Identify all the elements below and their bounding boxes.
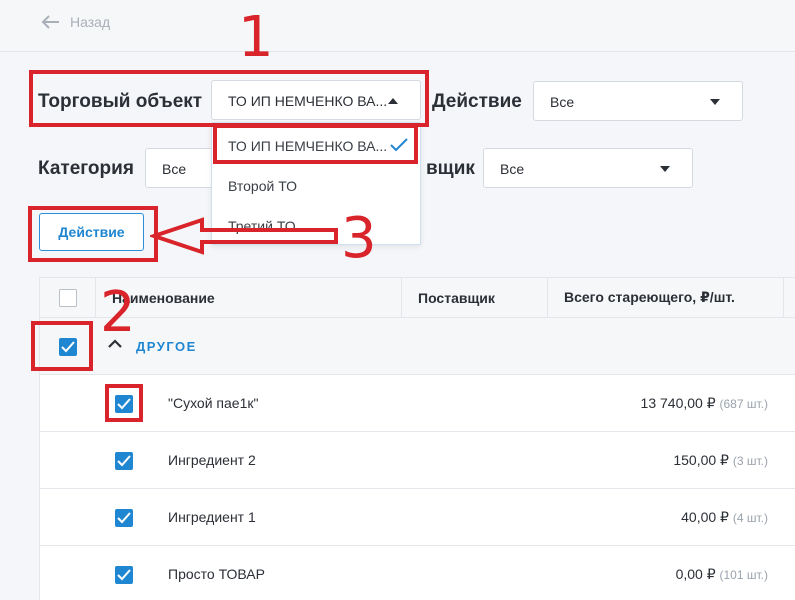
check-icon xyxy=(61,341,75,353)
row-checkbox[interactable] xyxy=(115,566,133,584)
select-all-checkbox[interactable] xyxy=(58,288,77,307)
table-header: Наименование Поставщик Всего стареющего,… xyxy=(40,277,795,318)
check-icon xyxy=(117,455,131,467)
check-icon xyxy=(117,512,131,524)
row-name: Ингредиент 1 xyxy=(168,509,256,525)
back-label: Назад xyxy=(70,14,111,30)
supplier-value: Все xyxy=(500,161,525,177)
annotation-arrow-left-icon xyxy=(150,217,338,255)
check-icon xyxy=(117,398,131,410)
row-name: "Сухой пае1к" xyxy=(168,395,259,411)
table-row[interactable]: Ингредиент 2 150,00 ₽ (3 шт.) xyxy=(40,432,795,489)
supplier-label: вщик xyxy=(426,158,475,179)
annotation-number-2: 2 xyxy=(100,280,136,345)
annotation-number-3: 3 xyxy=(341,206,377,271)
row-checkbox[interactable] xyxy=(115,395,133,413)
column-name[interactable]: Наименование xyxy=(96,278,402,317)
table-row[interactable]: Ингредиент 1 40,00 ₽ (4 шт.) xyxy=(40,489,795,546)
row-checkbox[interactable] xyxy=(115,509,133,527)
header-checkbox-cell xyxy=(40,278,96,317)
group-title: ДРУГОЕ xyxy=(136,339,197,354)
table-row[interactable]: Просто ТОВАР 0,00 ₽ (101 шт.) xyxy=(40,546,795,600)
action-filter-select[interactable]: Все xyxy=(533,81,743,121)
row-checkbox[interactable] xyxy=(115,452,133,470)
action-filter-label: Действие xyxy=(432,91,522,112)
caret-down-icon xyxy=(660,166,670,172)
back-link[interactable]: Назад xyxy=(40,14,110,30)
products-table: Наименование Поставщик Всего стареющего,… xyxy=(39,277,795,600)
row-amount: 150,00 ₽ (3 шт.) xyxy=(673,452,768,468)
caret-up-icon xyxy=(388,98,398,104)
column-supplier[interactable]: Поставщик xyxy=(402,278,548,317)
row-amount: 0,00 ₽ (101 шт.) xyxy=(675,566,768,582)
trade-object-value: ТО ИП НЕМЧЕНКО ВА... xyxy=(228,93,388,109)
row-name: Ингредиент 2 xyxy=(168,452,256,468)
check-icon xyxy=(390,138,408,152)
top-bar: Назад xyxy=(0,0,795,52)
annotation-number-1: 1 xyxy=(238,5,274,70)
dropdown-option-selected[interactable]: ТО ИП НЕМЧЕНКО ВА... xyxy=(212,125,420,165)
row-name: Просто ТОВАР xyxy=(168,566,265,582)
column-aging-total[interactable]: Всего стареющего, ₽/шт. xyxy=(548,278,784,317)
trade-object-label: Торговый объект xyxy=(38,91,203,112)
table-row[interactable]: "Сухой пае1к" 13 740,00 ₽ (687 шт.) xyxy=(40,375,795,432)
trade-object-select[interactable]: ТО ИП НЕМЧЕНКО ВА... xyxy=(211,80,421,120)
check-icon xyxy=(117,569,131,581)
category-label: Категория xyxy=(38,158,134,179)
category-value: Все xyxy=(162,161,187,177)
caret-down-icon xyxy=(710,99,720,105)
supplier-select[interactable]: Все xyxy=(483,148,693,188)
action-filter-value: Все xyxy=(550,94,575,110)
row-amount: 40,00 ₽ (4 шт.) xyxy=(681,509,768,525)
arrow-left-icon xyxy=(41,15,59,29)
action-button[interactable]: Действие xyxy=(39,213,144,251)
group-checkbox[interactable] xyxy=(59,338,77,356)
group-row[interactable]: ДРУГОЕ xyxy=(40,318,795,375)
row-amount: 13 740,00 ₽ (687 шт.) xyxy=(640,395,768,411)
dropdown-option[interactable]: Второй ТО xyxy=(212,165,420,205)
